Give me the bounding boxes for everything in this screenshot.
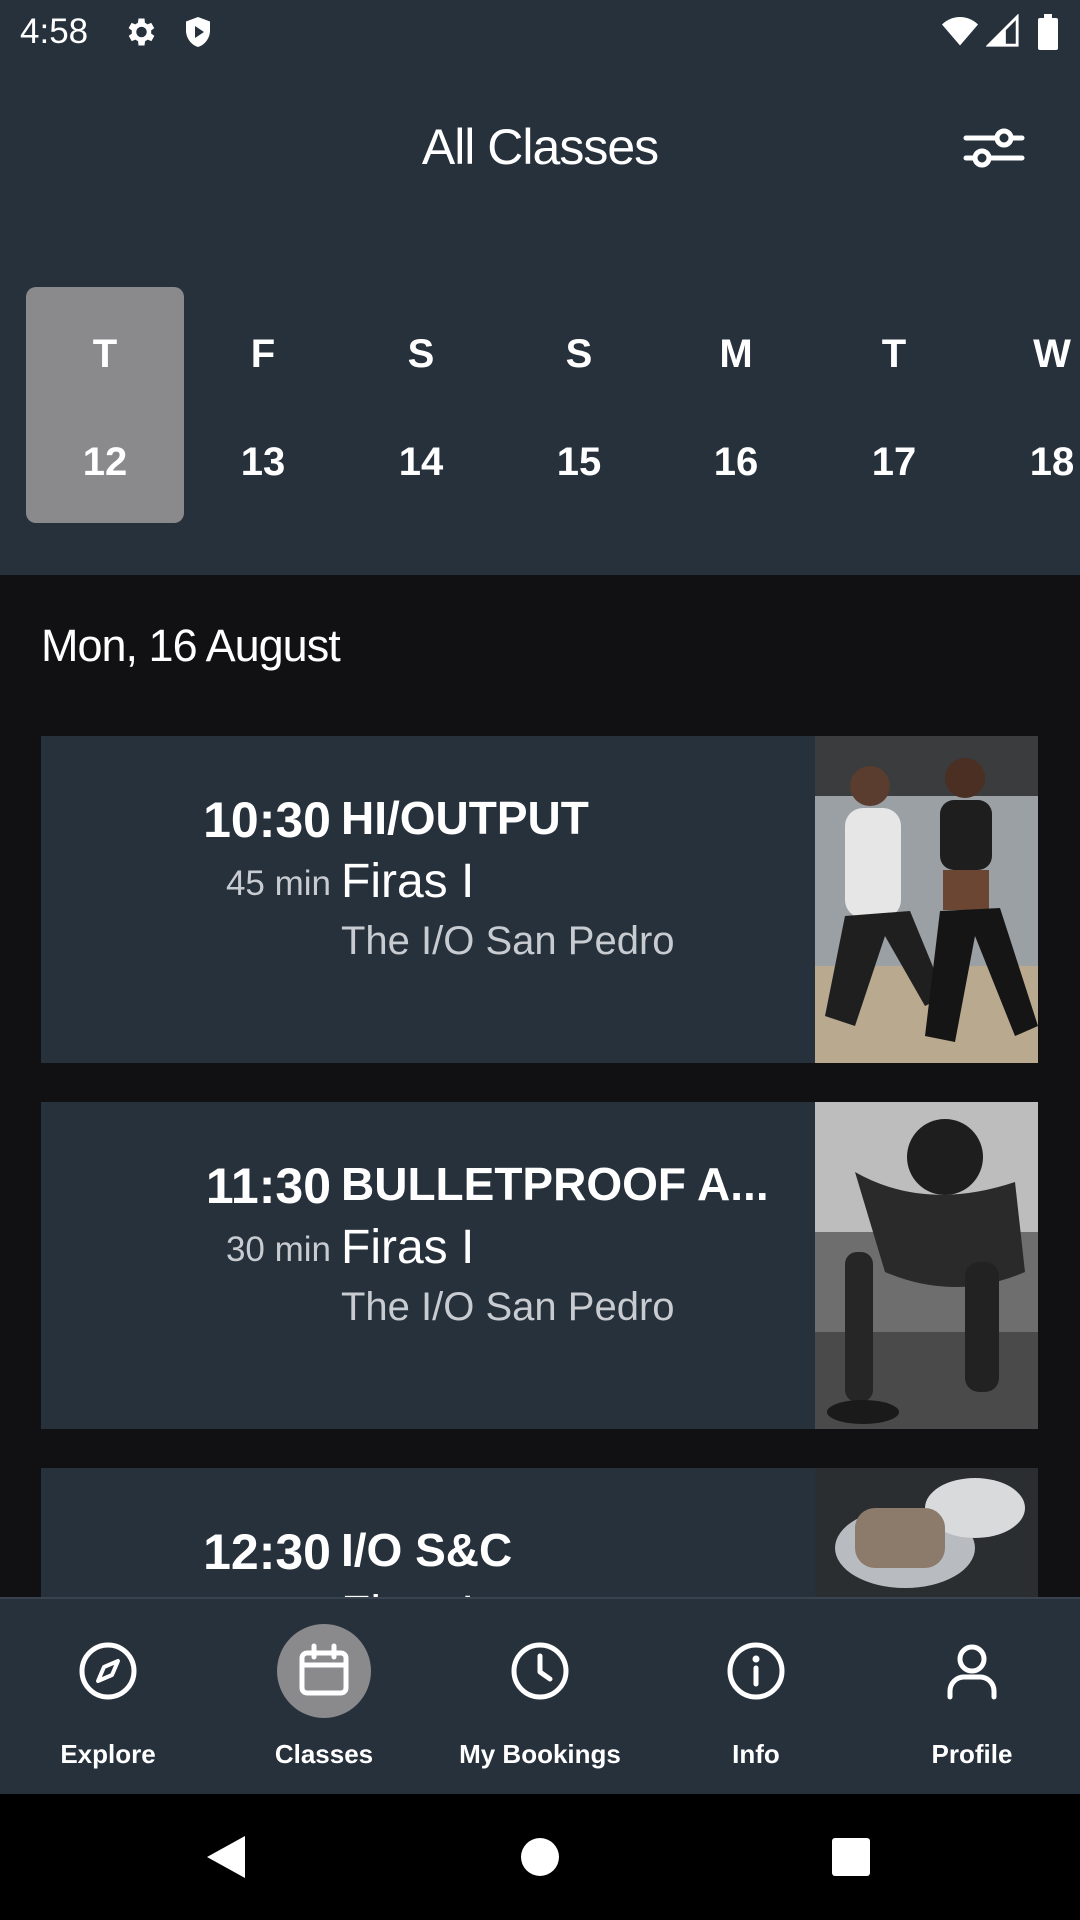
sliders-icon	[963, 128, 1025, 168]
nav-icon-wrap	[925, 1624, 1019, 1718]
date-cell-12[interactable]: T 12	[26, 287, 184, 523]
calendar-icon	[299, 1643, 349, 1696]
day-of-week: M	[719, 332, 753, 376]
nav-label: Classes	[274, 1739, 374, 1769]
class-name: BULLETPROOF A...	[341, 1158, 769, 1210]
day-of-week: S	[407, 332, 435, 376]
person-icon	[947, 1644, 997, 1700]
date-cell-18[interactable]: W 18	[973, 287, 1080, 523]
date-cell-16[interactable]: M 16	[657, 287, 815, 523]
day-of-week: S	[565, 332, 593, 376]
class-thumbnail	[815, 736, 1038, 1063]
date-strip: T 12 F 13 S 14 S 15 M 16 T 17 W 18	[0, 287, 1080, 523]
class-duration: 30 min	[225, 1230, 331, 1269]
filter-button[interactable]	[958, 118, 1030, 178]
day-of-week: W	[1033, 332, 1071, 376]
signal-icon	[985, 13, 1020, 53]
info-icon	[727, 1642, 785, 1700]
class-instructor: Firas I	[341, 1586, 474, 1597]
home-icon[interactable]	[519, 1836, 561, 1883]
date-cell-17[interactable]: T 17	[815, 287, 973, 523]
class-time: 12:30	[203, 1524, 331, 1580]
nav-label: Info	[732, 1739, 780, 1769]
back-icon[interactable]	[205, 1834, 247, 1885]
header-area: 4:58 All Classes T 12 F 13 S 14 S 15 M 1…	[0, 0, 1080, 575]
class-name: HI/OUTPUT	[341, 792, 589, 844]
nav-icon-wrap	[277, 1624, 371, 1718]
nav-profile[interactable]: Profile	[864, 1599, 1080, 1796]
class-location: The I/O San Pedro	[341, 919, 675, 963]
class-list: 10:30 45 min HI/OUTPUT Firas I The I/O S…	[0, 575, 1080, 1597]
day-number: 12	[82, 440, 128, 484]
date-cell-13[interactable]: F 13	[184, 287, 342, 523]
class-instructor: Firas I	[341, 1221, 475, 1274]
status-time: 4:58	[20, 12, 89, 51]
day-number: 14	[398, 440, 444, 484]
day-of-week: T	[92, 332, 118, 376]
class-card[interactable]: 12:30 I/O S&C Firas I	[41, 1468, 1038, 1597]
class-instructor: Firas I	[341, 855, 475, 908]
page-title: All Classes	[421, 119, 659, 175]
clock-icon	[511, 1642, 569, 1700]
class-location: The I/O San Pedro	[341, 1285, 675, 1329]
nav-label: Profile	[931, 1739, 1013, 1769]
day-number: 17	[871, 440, 917, 484]
shield-icon	[180, 14, 216, 55]
date-cell-14[interactable]: S 14	[342, 287, 500, 523]
settings-gear-icon	[122, 14, 158, 55]
nav-explore[interactable]: Explore	[0, 1599, 216, 1796]
nav-label: My Bookings	[459, 1739, 621, 1769]
class-card[interactable]: 11:30 30 min BULLETPROOF A... Firas I Th…	[41, 1102, 1038, 1429]
compass-icon	[79, 1642, 137, 1700]
day-number: 15	[556, 440, 602, 484]
day-number: 18	[1029, 440, 1075, 484]
recents-icon[interactable]	[831, 1837, 871, 1882]
day-number: 13	[240, 440, 286, 484]
day-number: 16	[713, 440, 759, 484]
nav-classes[interactable]: Classes	[216, 1599, 432, 1796]
class-name: I/O S&C	[341, 1524, 513, 1576]
nav-label: Explore	[60, 1739, 156, 1769]
nav-icon-wrap	[493, 1624, 587, 1718]
nav-my-bookings[interactable]: My Bookings	[432, 1599, 648, 1796]
class-thumbnail	[815, 1102, 1038, 1429]
class-time: 11:30	[205, 1158, 331, 1214]
battery-icon	[1038, 14, 1058, 55]
class-time: 10:30	[203, 792, 331, 848]
day-of-week: T	[881, 332, 907, 376]
nav-icon-wrap	[61, 1624, 155, 1718]
status-bar: 4:58	[0, 0, 1080, 62]
system-nav-bar	[0, 1794, 1080, 1920]
class-duration: 45 min	[225, 864, 331, 903]
bottom-nav: Explore Classes My Bookings Info Profile	[0, 1597, 1080, 1796]
class-thumbnail	[815, 1468, 1038, 1597]
date-cell-15[interactable]: S 15	[500, 287, 658, 523]
class-card[interactable]: 10:30 45 min HI/OUTPUT Firas I The I/O S…	[41, 736, 1038, 1063]
wifi-icon	[940, 14, 980, 55]
day-of-week: F	[250, 332, 276, 376]
nav-info[interactable]: Info	[648, 1599, 864, 1796]
nav-icon-wrap	[709, 1624, 803, 1718]
